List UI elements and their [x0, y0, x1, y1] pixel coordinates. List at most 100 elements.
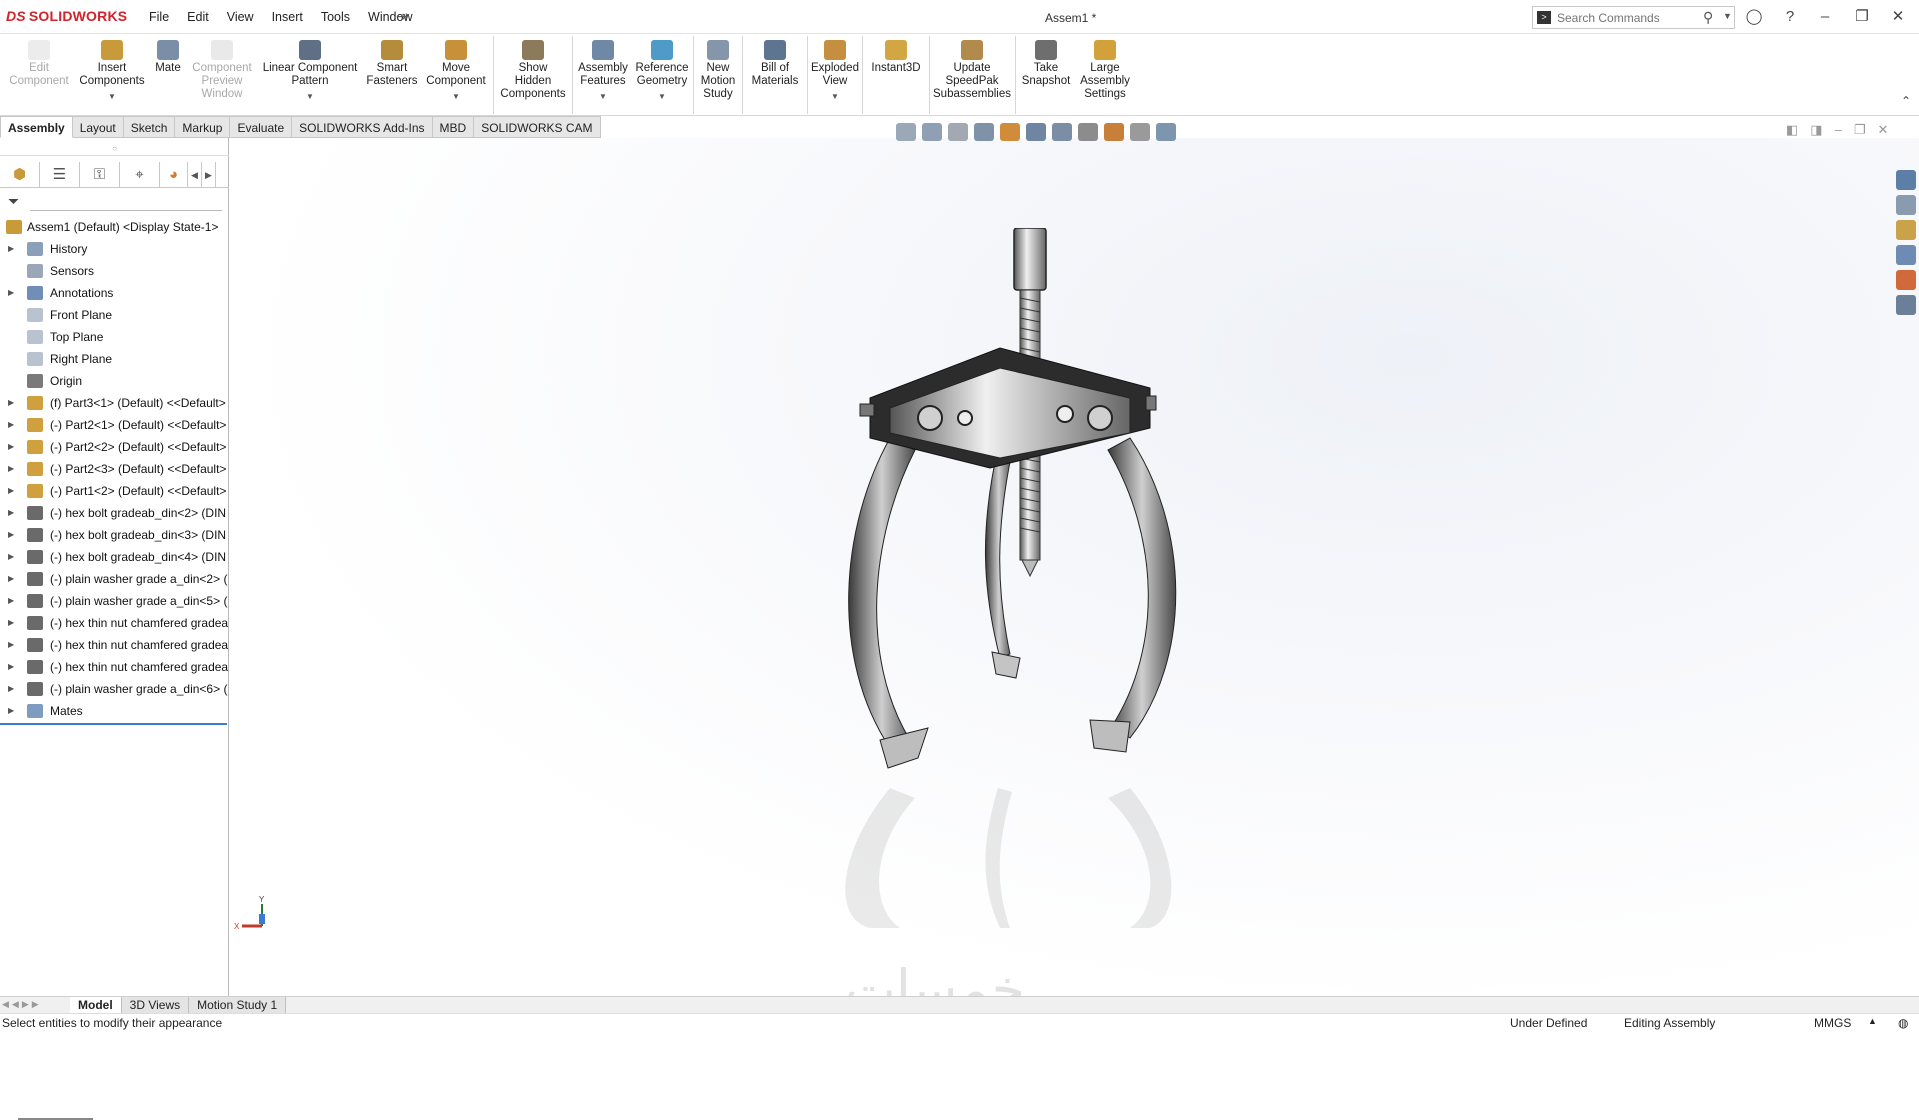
tree-item[interactable]: Origin: [0, 370, 229, 392]
dimxpert-tab-icon[interactable]: ⌖: [120, 162, 160, 188]
chevron-down-icon[interactable]: ▼: [633, 90, 691, 103]
expand-arrow-icon[interactable]: ▶: [8, 392, 16, 414]
expand-arrow-icon[interactable]: ▶: [8, 590, 16, 612]
filter-icon[interactable]: ⏷: [8, 193, 19, 210]
panel-grip[interactable]: ○: [0, 144, 229, 156]
expand-arrow-icon[interactable]: ▶: [8, 546, 16, 568]
tab-evaluate[interactable]: Evaluate: [230, 116, 293, 138]
doc-restore-icon[interactable]: ❐: [1854, 122, 1866, 138]
tree-item[interactable]: Right Plane: [0, 348, 229, 370]
tab-model[interactable]: Model: [70, 997, 122, 1013]
filter-field[interactable]: [30, 210, 222, 211]
instant3d-button[interactable]: Instant3D: [866, 40, 926, 75]
view-settings-icon[interactable]: [1156, 123, 1176, 141]
search-icon[interactable]: ⚲: [1703, 9, 1713, 26]
gear-puller-model[interactable]: [830, 228, 1190, 928]
expand-arrow-icon[interactable]: ▶: [8, 436, 16, 458]
tree-item[interactable]: ▶ (-) plain washer grade a_din<6> (: [0, 678, 229, 700]
tree-item[interactable]: ▶ (-) plain washer grade a_din<2> (: [0, 568, 229, 590]
menu-file[interactable]: File: [140, 10, 178, 24]
zoom-to-fit-icon[interactable]: [896, 123, 916, 141]
tabs-left-arrow-icon[interactable]: ◀: [188, 162, 202, 188]
rebuild-status-icon[interactable]: ◍: [1898, 1016, 1908, 1030]
doc-minimize-icon[interactable]: –: [1835, 122, 1842, 138]
view-orientation-icon[interactable]: [1026, 123, 1046, 141]
display-manager-tab-icon[interactable]: ◕: [160, 162, 188, 188]
expand-arrow-icon[interactable]: ▶: [8, 458, 16, 480]
solidworks-resources-icon[interactable]: [1896, 170, 1916, 190]
tab-solidworks-add-ins[interactable]: SOLIDWORKS Add-Ins: [292, 116, 433, 138]
expand-arrow-icon[interactable]: ▶: [8, 568, 16, 590]
dynamic-annotation-icon[interactable]: [1000, 123, 1020, 141]
file-explorer-icon[interactable]: [1896, 220, 1916, 240]
linear-component-pattern-button[interactable]: Linear Component Pattern ▼: [258, 40, 362, 103]
design-library-icon[interactable]: [1896, 195, 1916, 215]
tree-item[interactable]: ▶ (-) Part2<2> (Default) <<Default>: [0, 436, 229, 458]
tile-right-icon[interactable]: ◨: [1810, 122, 1822, 138]
tree-item[interactable]: ▶ Annotations: [0, 282, 229, 304]
large-assembly-settings-button[interactable]: Large Assembly Settings: [1076, 40, 1134, 101]
menu-edit[interactable]: Edit: [178, 10, 218, 24]
chevron-down-icon[interactable]: ▼: [422, 90, 490, 103]
update-speedpak-button[interactable]: Update SpeedPak Subassemblies: [932, 40, 1012, 101]
display-style-icon[interactable]: [1052, 123, 1072, 141]
help-icon[interactable]: ?: [1780, 7, 1800, 27]
expand-arrow-icon[interactable]: ▶: [8, 612, 16, 634]
configuration-manager-tab-icon[interactable]: ⚿: [80, 162, 120, 188]
expand-arrow-icon[interactable]: ▶: [8, 282, 16, 304]
show-hidden-components-button[interactable]: Show Hidden Components: [496, 40, 570, 101]
menu-view[interactable]: View: [218, 10, 263, 24]
search-dropdown-icon[interactable]: ▼: [1723, 11, 1732, 21]
section-view-icon[interactable]: [974, 123, 994, 141]
apply-scene-icon[interactable]: [1130, 123, 1150, 141]
expand-arrow-icon[interactable]: ▶: [8, 634, 16, 656]
user-account-icon[interactable]: ◯: [1744, 7, 1764, 27]
tree-item[interactable]: Top Plane: [0, 326, 229, 348]
take-snapshot-button[interactable]: Take Snapshot: [1018, 40, 1074, 88]
tab-mbd[interactable]: MBD: [432, 116, 475, 138]
tree-item[interactable]: ▶ (-) hex bolt gradeab_din<4> (DIN: [0, 546, 229, 568]
zoom-to-area-icon[interactable]: [922, 123, 942, 141]
component-preview-button[interactable]: Component Preview Window: [188, 40, 256, 101]
unit-system[interactable]: MMGS: [1814, 1016, 1851, 1030]
solidworks-logo[interactable]: DS SOLIDWORKS: [6, 8, 127, 24]
search-input[interactable]: [1557, 10, 1697, 26]
tree-item[interactable]: ▶ (-) Part2<1> (Default) <<Default>: [0, 414, 229, 436]
tree-item[interactable]: ▶ History: [0, 238, 229, 260]
view-palette-icon[interactable]: [1896, 245, 1916, 265]
expand-arrow-icon[interactable]: ▶: [8, 656, 16, 678]
search-commands[interactable]: > ⚲ ▼: [1532, 6, 1735, 29]
tab-markup[interactable]: Markup: [175, 116, 231, 138]
tree-item[interactable]: ▶ (-) hex thin nut chamfered gradea: [0, 612, 229, 634]
collapse-ribbon-icon[interactable]: ⌃: [1901, 94, 1911, 108]
tab-3d-views[interactable]: 3D Views: [121, 997, 190, 1013]
tree-root[interactable]: Assem1 (Default) <Display State-1>: [0, 216, 229, 238]
new-motion-study-button[interactable]: New Motion Study: [696, 40, 740, 101]
tree-item[interactable]: ▶ Mates: [0, 700, 229, 722]
appearances-scenes-icon[interactable]: [1896, 270, 1916, 290]
edit-component-button[interactable]: Edit Component: [4, 40, 74, 88]
tab-solidworks-cam[interactable]: SOLIDWORKS CAM: [474, 116, 601, 138]
property-manager-tab-icon[interactable]: ☰: [40, 162, 80, 188]
exploded-view-button[interactable]: Exploded View ▼: [810, 40, 860, 103]
rollback-bar[interactable]: [0, 723, 227, 725]
expand-arrow-icon[interactable]: ▶: [8, 502, 16, 524]
menu-insert[interactable]: Insert: [263, 10, 312, 24]
tab-sketch[interactable]: Sketch: [123, 116, 176, 138]
tree-item[interactable]: ▶ (-) hex thin nut chamfered gradea: [0, 634, 229, 656]
expand-arrow-icon[interactable]: ▶: [8, 238, 16, 260]
tree-item[interactable]: ▶ (-) Part2<3> (Default) <<Default>: [0, 458, 229, 480]
chevron-down-icon[interactable]: ▼: [575, 90, 631, 103]
tree-item[interactable]: Sensors: [0, 260, 229, 282]
mate-button[interactable]: Mate: [150, 40, 186, 75]
tree-item[interactable]: Front Plane: [0, 304, 229, 326]
tabs-right-arrow-icon[interactable]: ▶: [202, 162, 216, 188]
menu-window[interactable]: Window: [359, 10, 421, 24]
tree-item[interactable]: ▶ (f) Part3<1> (Default) <<Default>: [0, 392, 229, 414]
tab-motion-study-1[interactable]: Motion Study 1: [189, 997, 287, 1013]
minimize-icon[interactable]: –: [1815, 7, 1835, 27]
chevron-down-icon[interactable]: ▼: [77, 90, 147, 103]
assembly-features-button[interactable]: Assembly Features ▼: [575, 40, 631, 103]
chevron-down-icon[interactable]: ▼: [810, 90, 860, 103]
tab-assembly[interactable]: Assembly: [0, 116, 73, 138]
